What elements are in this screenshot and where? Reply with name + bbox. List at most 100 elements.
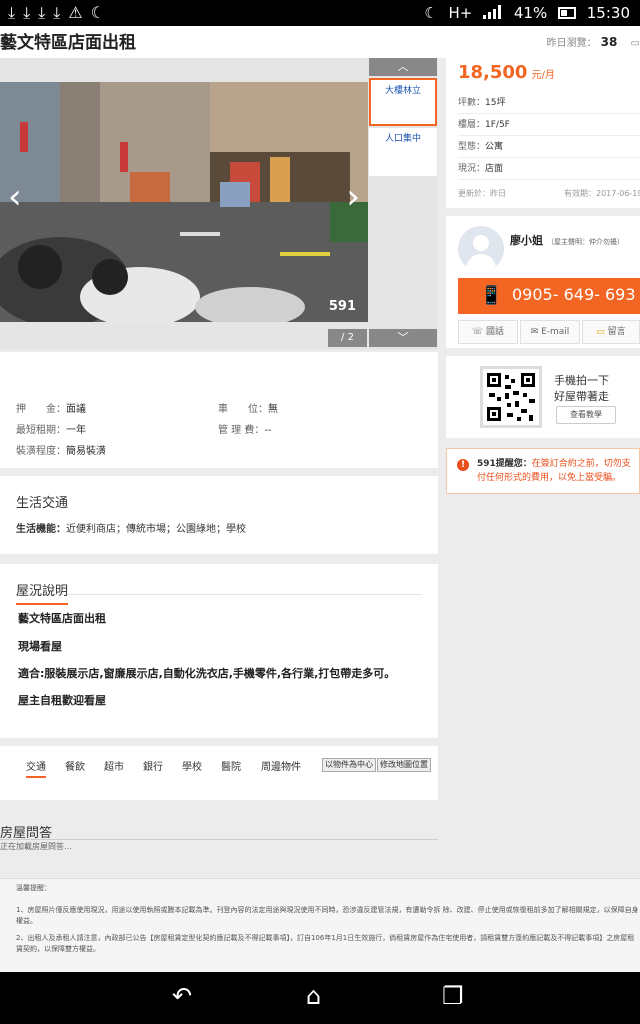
qr-text-1: 手機拍一下 — [554, 374, 609, 387]
main-photo[interactable]: ‹ › 591 — [0, 82, 368, 322]
map-card: 交通 餐飲 超市 銀行 學校 醫院 周邊物件 以物件為中心 修改地圖位置 — [0, 746, 438, 800]
deposit-row: 押 金：面議 — [16, 404, 86, 415]
back-icon[interactable]: ↶ — [172, 984, 192, 1008]
spec-status: 現況：店面 — [458, 158, 640, 180]
chat-icon: ▭ — [596, 327, 608, 337]
page-title: 藝文特區店面出租 — [0, 33, 136, 53]
recent-apps-icon[interactable]: ❐ — [442, 984, 464, 1008]
notice-heading: 溫馨提醒： — [16, 884, 51, 892]
download-icon: ⤓ — [23, 3, 39, 22]
warning-icon: ⚠ — [68, 3, 91, 22]
chevron-down-icon: ﹀ — [397, 331, 409, 344]
map-tab-hospital[interactable]: 醫院 — [221, 758, 241, 773]
parking-value: 無 — [268, 404, 278, 415]
thumbnail-1[interactable]: 大樓林立 — [369, 78, 437, 126]
updated-time: 更新於：昨日 — [458, 189, 506, 198]
chevron-up-icon: ︿ — [397, 60, 409, 73]
view-stats: 昨日瀏覽： 38 ▭ — [547, 34, 640, 49]
watermark: 591 — [328, 299, 356, 314]
message-button[interactable]: ▭ 留言 — [582, 320, 640, 344]
map-tab-school[interactable]: 學校 — [182, 758, 202, 773]
clock: 15:30 — [586, 4, 630, 22]
moon-icon: ☾ — [424, 4, 438, 22]
qr-text-2: 好屋帶著走 — [554, 390, 609, 403]
battery-icon — [557, 7, 576, 19]
map-tab-transport[interactable]: 交通 — [26, 758, 46, 778]
valid-until: 有效期：2017-06-19 — [564, 189, 640, 198]
system-nav-bar: ↶ ⌂ ❐ — [0, 972, 640, 1024]
edit-map-location-button[interactable]: 修改地圖位置 — [377, 758, 431, 772]
decoration-row: 裝潢程度：簡易裝潢 — [16, 446, 106, 457]
spec-area: 坪數：15坪 — [458, 92, 640, 114]
divider — [0, 839, 438, 840]
photo-gallery: ‹ › 591 ︿ 大樓林立 人口集中 / 2 ﹀ — [0, 58, 438, 350]
price-value: 18,500 — [458, 62, 528, 83]
divider — [16, 594, 422, 595]
warning-card: ! 591提醒您：在簽訂合約之前，切勿支付任何形式的費用，以免上當受騙。 — [446, 448, 640, 494]
price-card: 18,500 元/月 坪數：15坪 樓層：1F/5F 型態：公寓 現況：店面 更新… — [446, 58, 640, 208]
status-right: ☾ H+ 41% 15:30 — [418, 4, 630, 22]
mgmt-fee-row: 管 理 費：-- — [218, 425, 272, 436]
warning-text: 591提醒您：在簽訂合約之前，切勿支付任何形式的費用，以免上當受騙。 — [477, 459, 631, 483]
email-button[interactable]: ✉ E-mail — [520, 320, 580, 344]
alert-icon: ! — [457, 459, 469, 471]
notice-box: 溫馨提醒： 1、房屋照片僅反應使用現況，用途以使用執照或謄本記載為準。刊登內容的… — [0, 878, 640, 972]
qa-loading: 正在加載房屋問答... — [0, 842, 72, 851]
description-paragraph: 屋主自租歡迎看屋 — [18, 694, 106, 707]
life-section-title: 生活交通 — [16, 496, 69, 511]
phone-icon: 📱 — [480, 285, 503, 306]
spec-floor: 樓層：1F/5F — [458, 114, 640, 136]
signal-icon — [483, 5, 503, 19]
thumbnail-2[interactable]: 人口集中 — [369, 128, 437, 176]
view-tutorial-button[interactable]: 查看教學 — [556, 406, 616, 424]
download-icon: ⤓ — [53, 3, 69, 22]
map-tab-supermarket[interactable]: 超市 — [104, 758, 124, 773]
agent-note: （屋主聲明：仲介勿擾） — [547, 238, 624, 246]
description-paragraph: 藝文特區店面出租 — [18, 612, 106, 625]
agent-name: 廖小姐 （屋主聲明：仲介勿擾） — [510, 234, 624, 247]
basic-info-card: 押 金：面議 車 位：無 最短租期：一年 管 理 費：-- 裝潢程度：簡易裝潢 — [0, 352, 438, 468]
call-button[interactable]: ☏ 國話 — [458, 320, 518, 344]
description-paragraph: 現場看屋 — [18, 640, 62, 653]
home-icon[interactable]: ⌂ — [306, 984, 321, 1008]
phone-number: 0905- 649- 693 — [512, 285, 636, 304]
parking-row: 車 位：無 — [218, 404, 278, 415]
description-title: 屋況說明 — [16, 580, 69, 605]
notification-icons: ⤓⤓⤓⤓⚠☾ — [8, 3, 113, 23]
mail-icon: ✉ — [530, 327, 542, 337]
center-on-listing-button[interactable]: 以物件為中心 — [322, 758, 376, 772]
photo-counter: / 2 — [328, 329, 367, 347]
listing-page: 藝文特區店面出租 昨日瀏覽： 38 ▭ ‹ › 591 ︿ 大樓林立 人口集中 … — [0, 26, 640, 972]
title-bar: 藝文特區店面出租 昨日瀏覽： 38 ▭ — [0, 26, 640, 58]
street-photo — [0, 82, 368, 322]
description-paragraph: 適合:服裝展示店,窗廉展示店,自動化洗衣店,手機零件,各行業,打包帶走多可。 — [18, 667, 396, 680]
views-count: 38 — [600, 35, 618, 49]
life-amenities: 生活機能：近便利商店；傳統市場；公園綠地；學校 — [16, 524, 246, 535]
description-card: 屋況說明 藝文特區店面出租 現場看屋 適合:服裝展示店,窗廉展示店,自動化洗衣店… — [0, 564, 438, 738]
prev-photo-button[interactable]: ‹ — [8, 180, 22, 214]
download-icon: ⤓ — [8, 3, 24, 22]
thumbs-up-button[interactable]: ︿ — [369, 58, 437, 76]
status-bar: ⤓⤓⤓⤓⚠☾ ☾ H+ 41% 15:30 — [0, 0, 640, 26]
next-photo-button[interactable]: › — [346, 180, 360, 214]
mgmt-fee-value: -- — [264, 425, 272, 436]
thumbs-down-button[interactable]: ﹀ — [369, 329, 437, 347]
map-tab-nearby[interactable]: 周邊物件 — [261, 758, 301, 773]
deposit-value: 面議 — [66, 404, 86, 415]
download-icon: ⤓ — [38, 3, 54, 22]
min-lease-value: 一年 — [66, 425, 86, 436]
network-type: H+ — [448, 4, 473, 22]
life-transport-card: 生活交通 生活機能：近便利商店；傳統市場；公園綠地；學校 — [0, 476, 438, 554]
views-label: 昨日瀏覽： — [546, 38, 597, 49]
contact-card: 廖小姐 （屋主聲明：仲介勿擾） 📱 0905- 649- 693 ☏ 國話 ✉ E… — [446, 216, 640, 348]
map-tab-food[interactable]: 餐飲 — [65, 758, 85, 773]
moon-icon: ☾ — [90, 3, 113, 22]
spec-type: 型態：公寓 — [458, 136, 640, 158]
min-lease-row: 最短租期：一年 — [16, 425, 86, 436]
decoration-value: 簡易裝潢 — [66, 446, 106, 457]
price: 18,500 元/月 — [458, 62, 555, 83]
map-tab-bank[interactable]: 銀行 — [143, 758, 163, 773]
phone-button[interactable]: 📱 0905- 649- 693 — [458, 278, 640, 314]
battery-percent: 41% — [513, 4, 548, 22]
notice-item: 1、房屋照片僅反應使用現況，用途以使用執照或謄本記載為準。刊登內容的法定用途與現… — [16, 906, 639, 925]
